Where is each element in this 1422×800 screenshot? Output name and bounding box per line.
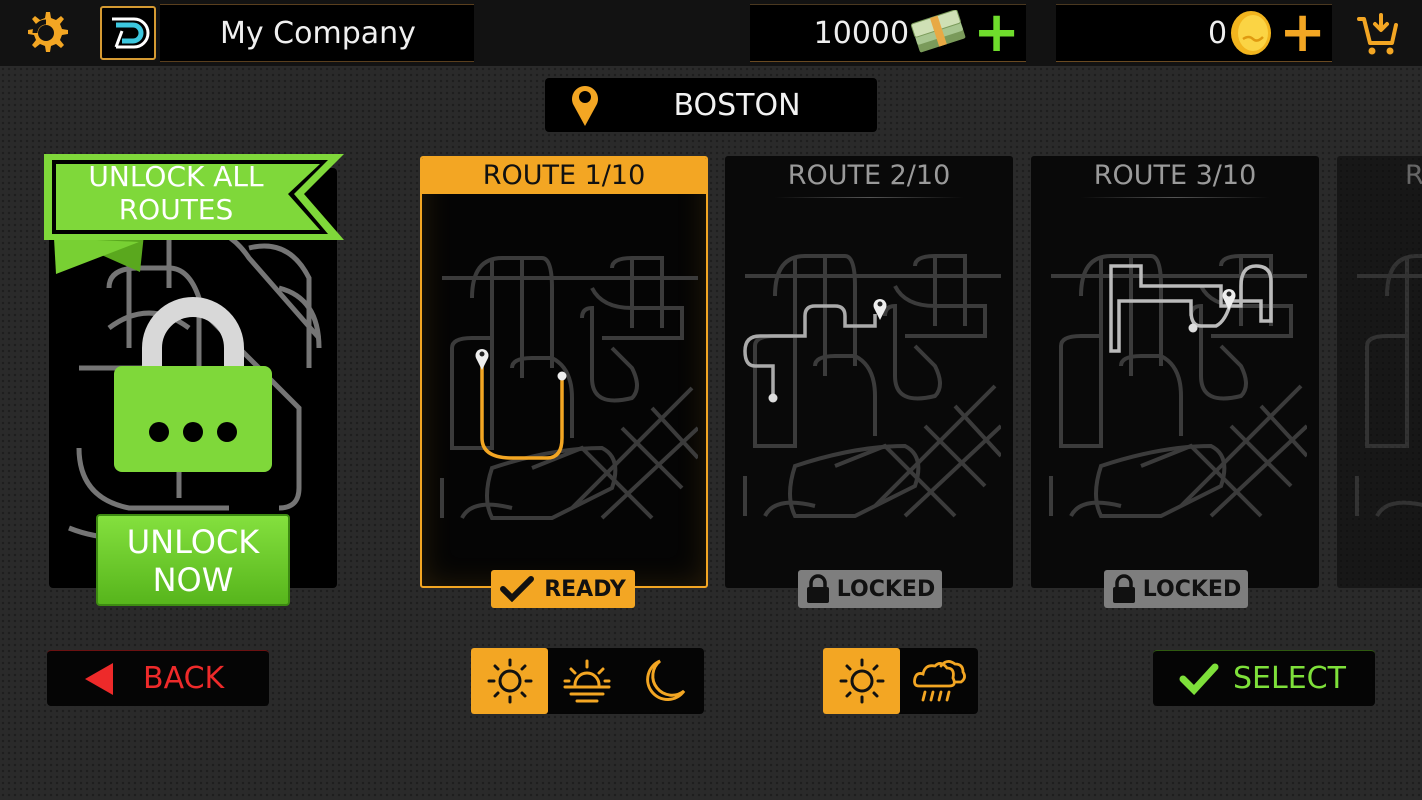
back-button[interactable]: BACK <box>47 650 269 706</box>
padlock-icon <box>114 297 272 472</box>
moon-icon <box>645 659 685 701</box>
cash-amount: 10000 <box>813 15 910 51</box>
cash-stack-icon <box>911 10 966 53</box>
back-label: BACK <box>143 661 225 696</box>
weather-clear-option[interactable] <box>823 648 900 714</box>
unlock-now-line2: NOW <box>152 561 234 599</box>
route-map <box>1049 254 1307 518</box>
route-card-3[interactable]: ROUTE 3/10 <box>1031 156 1319 588</box>
route-3-status-badge: LOCKED <box>1104 570 1248 608</box>
time-day-option[interactable] <box>471 648 548 714</box>
gold-coin-icon <box>1231 11 1272 55</box>
route-1-status: READY <box>544 576 626 602</box>
unlock-all-line2: ROUTES <box>118 193 234 226</box>
cash-panel: 10000 + <box>750 4 1026 62</box>
time-of-day-selector <box>471 648 704 714</box>
sun-icon <box>487 658 532 704</box>
weather-selector <box>823 648 978 714</box>
unlock-now-button[interactable]: UNLOCK NOW <box>96 514 290 606</box>
route-map <box>1355 254 1422 518</box>
city-name: BOSTON <box>673 87 801 123</box>
back-arrow-icon <box>85 662 113 695</box>
route-title: ROUTE 2/10 <box>787 160 951 191</box>
city-selector[interactable]: BOSTON <box>545 78 877 132</box>
sun-icon <box>839 658 884 704</box>
select-button[interactable]: SELECT <box>1153 650 1375 706</box>
add-coins-button[interactable]: + <box>1279 5 1326 61</box>
route-3-status: LOCKED <box>1142 576 1242 602</box>
settings-button[interactable] <box>18 8 74 58</box>
gear-wrench-icon <box>28 12 68 52</box>
route-card-4-partial[interactable]: R <box>1337 156 1422 588</box>
shopping-cart-icon <box>1357 13 1398 55</box>
route-card-1[interactable]: ROUTE 1/10 <box>420 156 708 588</box>
title-divider <box>1081 197 1269 198</box>
checkmark-icon <box>1179 663 1219 695</box>
route-title: ROUTE 1/10 <box>422 158 706 194</box>
unlock-all-title: UNLOCK ALL ROUTES <box>56 160 296 226</box>
select-label: SELECT <box>1233 661 1346 696</box>
coin-panel: 0 + <box>1056 4 1332 62</box>
time-night-option[interactable] <box>625 648 702 714</box>
company-name: My Company <box>220 15 416 51</box>
route-2-status: LOCKED <box>836 576 936 602</box>
company-logo-button[interactable] <box>100 6 156 60</box>
weather-rain-option[interactable] <box>900 648 977 714</box>
coin-amount: 0 <box>1207 15 1228 51</box>
shop-cart-button[interactable] <box>1350 8 1406 60</box>
route-title: ROUTE 3/10 <box>1093 160 1257 191</box>
title-divider <box>775 197 963 198</box>
checkmark-icon <box>500 576 535 602</box>
map-pin-icon <box>572 86 598 126</box>
route-map <box>743 254 1001 518</box>
route-card-2[interactable]: ROUTE 2/10 <box>725 156 1013 588</box>
company-name-panel[interactable]: My Company <box>160 4 474 62</box>
route-2-status-badge: LOCKED <box>798 570 942 608</box>
logo-icon <box>112 17 150 49</box>
unlock-now-line1: UNLOCK <box>126 523 260 561</box>
route-1-status-badge: READY <box>491 570 635 608</box>
rain-cloud-icon <box>912 660 966 702</box>
sunset-icon <box>563 659 610 703</box>
lock-icon <box>806 574 829 603</box>
unlock-all-line1: UNLOCK ALL <box>88 160 264 193</box>
time-sunset-option[interactable] <box>548 648 625 714</box>
route-map <box>440 256 698 520</box>
lock-icon <box>1112 574 1135 603</box>
route-title: R <box>1405 160 1422 191</box>
add-cash-button[interactable]: + <box>973 5 1020 61</box>
